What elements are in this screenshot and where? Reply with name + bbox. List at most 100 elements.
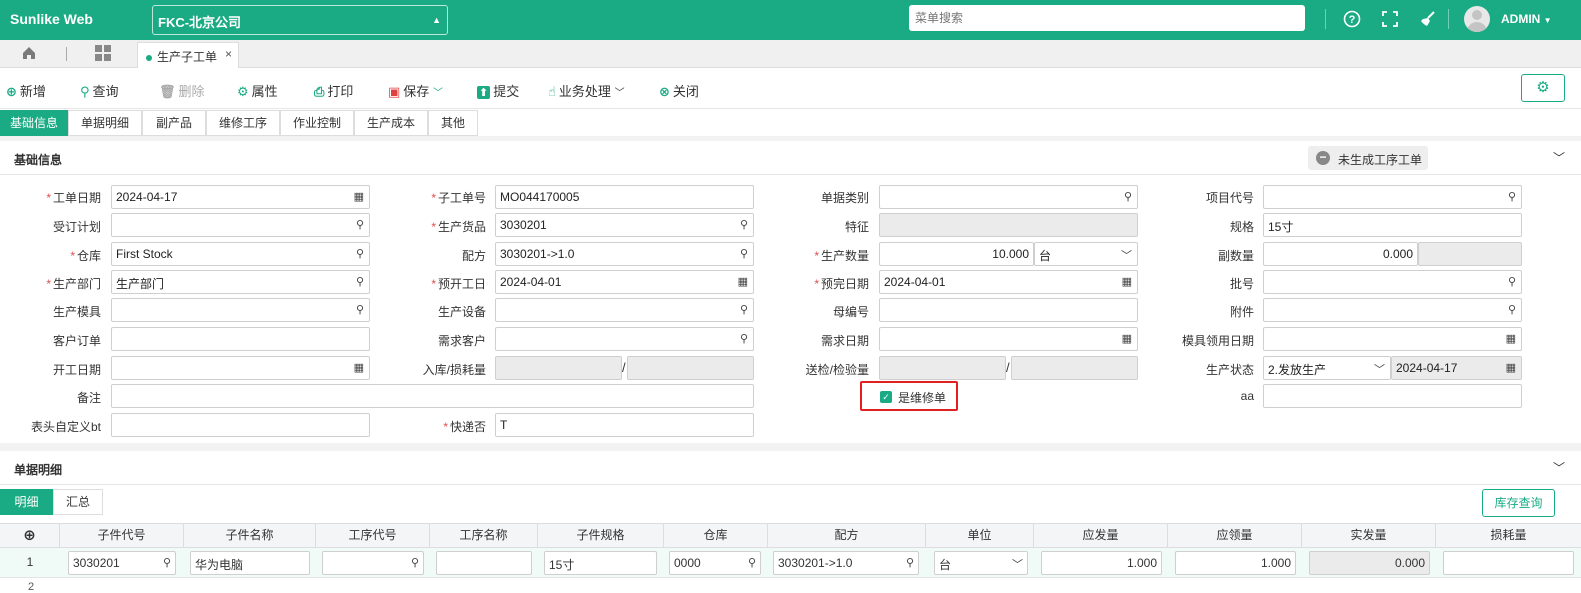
tab-repair-process[interactable]: 维修工序 [206, 110, 280, 136]
column-header[interactable]: 实发量 [1302, 524, 1436, 548]
menu-search-input[interactable] [909, 5, 1305, 31]
warehouse-cell[interactable]: 0000 ⚲ [669, 551, 761, 575]
dept-field[interactable]: 生产部门 ⚲ [111, 270, 370, 294]
proc-name-cell[interactable] [436, 551, 532, 575]
demand-cust-field[interactable]: ⚲ [495, 327, 754, 351]
plan-start-field[interactable]: 2024-04-01 ▦ [495, 270, 754, 294]
aa-field[interactable] [1263, 384, 1522, 408]
grid-icon[interactable] [95, 45, 111, 61]
part-spec-cell[interactable]: 15寸 [544, 551, 657, 575]
order-plan-field[interactable]: ⚲ [111, 213, 370, 237]
home-icon[interactable] [20, 45, 38, 63]
warehouse-field[interactable]: First Stock ⚲ [111, 242, 370, 266]
chevron-down-icon[interactable]: ﹀ [1553, 149, 1565, 166]
column-header[interactable]: 工序名称 [430, 524, 538, 548]
unit-select[interactable]: 台 ﹀ [1034, 242, 1138, 266]
spec-field[interactable]: 15寸 [1263, 213, 1522, 237]
caret-up-icon: ▲ [432, 15, 441, 25]
search-icon: ⚲ [739, 248, 748, 260]
should-take-cell[interactable]: 1.000 [1175, 551, 1296, 575]
tab-doc-detail[interactable]: 单据明细 [68, 110, 142, 136]
qty-label: * 生产数量 [814, 249, 869, 263]
column-header[interactable]: 损耗量 [1436, 524, 1581, 548]
column-header[interactable]: 应发量 [1034, 524, 1168, 548]
detail-header[interactable]: 单据明细 ﹀ [0, 451, 1581, 485]
column-header[interactable]: 配方 [768, 524, 926, 548]
column-header[interactable]: 仓库 [664, 524, 768, 548]
part-name-cell[interactable]: 华为电脑 [190, 551, 310, 575]
avatar[interactable] [1464, 6, 1490, 32]
delete-button[interactable]: 🗑︎ 删除 [159, 81, 205, 100]
recipe-cell[interactable]: 3030201->1.0 ⚲ [773, 551, 919, 575]
start-date-field[interactable]: ▦ [111, 356, 370, 380]
table-row[interactable]: 1 3030201 ⚲ 华为电脑 ⚲ 15寸 0000 ⚲ 3030201->1.0… [0, 548, 1581, 578]
user-menu[interactable]: ADMIN ▼ [1501, 12, 1552, 26]
mold-field[interactable]: ⚲ [111, 298, 370, 322]
equipment-field[interactable]: ⚲ [495, 298, 754, 322]
app-brand[interactable]: Sunlike Web [10, 11, 93, 27]
tab-summary[interactable]: 汇总 [53, 489, 103, 515]
checkbox-checked-icon[interactable]: ✓ [880, 391, 892, 403]
tab-by-product[interactable]: 副产品 [142, 110, 206, 136]
should-issue-cell[interactable]: 1.000 [1041, 551, 1162, 575]
close-button[interactable]: ⊗ 关闭 [659, 81, 699, 100]
doc-type-field[interactable]: ⚲ [879, 185, 1138, 209]
demand-date-field[interactable]: ▦ [879, 327, 1138, 351]
column-header[interactable]: 子件规格 [538, 524, 664, 548]
sub-qty-field[interactable]: 0.000 [1263, 242, 1418, 266]
mold-use-date-field[interactable]: ▦ [1263, 327, 1522, 351]
add-row-icon[interactable]: ⊕ [0, 524, 60, 548]
unit-cell[interactable]: 台 ﹀ [934, 551, 1028, 575]
submit-button[interactable]: ⬆ 提交 [477, 81, 519, 100]
batch-field[interactable]: ⚲ [1263, 270, 1522, 294]
plan-end-field[interactable]: 2024-04-01 ▦ [879, 270, 1138, 294]
print-button[interactable]: ⎙ 打印 [314, 81, 353, 100]
product-field[interactable]: 3030201 ⚲ [495, 213, 754, 237]
parent-no-field[interactable] [879, 298, 1138, 322]
remark-field[interactable] [111, 384, 754, 408]
tab-detail[interactable]: 明细 [0, 489, 53, 515]
company-selector[interactable]: FKC-北京公司 ▲ [152, 5, 448, 35]
column-header[interactable]: 单位 [926, 524, 1034, 548]
sub-no-field[interactable]: MO044170005 [495, 185, 754, 209]
work-date-field[interactable]: 2024-04-17 ▦ [111, 185, 370, 209]
new-button[interactable]: ⊕ 新增 [6, 81, 46, 100]
properties-button[interactable]: ⚙ 属性 [237, 81, 278, 100]
trash-icon: 🗑︎ [159, 84, 176, 99]
query-button[interactable]: ⚲ 查询 [80, 81, 119, 100]
column-header[interactable]: 子件代号 [60, 524, 184, 548]
fullscreen-icon[interactable] [1379, 8, 1401, 30]
row-number: 1 [26, 555, 34, 569]
tab-basic-info[interactable]: 基础信息 [0, 110, 68, 136]
help-icon[interactable]: ? [1341, 8, 1363, 30]
tab-production-cost[interactable]: 生产成本 [354, 110, 428, 136]
tab-job-control[interactable]: 作业控制 [280, 110, 354, 136]
business-button[interactable]: ☝ 业务处理 ﹀ [548, 81, 625, 100]
part-code-cell[interactable]: 3030201 ⚲ [68, 551, 176, 575]
repair-order-checkbox-group[interactable]: ✓ 是维修单 [860, 381, 958, 411]
settings-button[interactable]: ⚙ [1521, 74, 1565, 102]
cust-order-field[interactable] [111, 327, 370, 351]
save-button[interactable]: ▣ 保存 ﹀ [388, 81, 443, 100]
clean-broom-icon[interactable] [1417, 8, 1439, 30]
basic-info-header[interactable]: 基础信息 − 未生成工序工单 ﹀ [0, 141, 1581, 175]
tab-production-sub-order[interactable]: 生产子工单 × [137, 42, 239, 68]
recipe-field[interactable]: 3030201->1.0 ⚲ [495, 242, 754, 266]
project-field[interactable]: ⚲ [1263, 185, 1522, 209]
attach-field[interactable]: ⚲ [1263, 298, 1522, 322]
slash-separator: / [622, 360, 626, 375]
status-date-field: 2024-04-17 ▦ [1391, 356, 1522, 380]
proc-code-cell[interactable]: ⚲ [322, 551, 424, 575]
status-select[interactable]: 2.发放生产 ﹀ [1263, 356, 1391, 380]
column-header[interactable]: 工序代号 [316, 524, 430, 548]
express-field[interactable]: T [495, 413, 754, 437]
chevron-down-icon[interactable]: ﹀ [1553, 459, 1565, 476]
loss-cell[interactable] [1443, 551, 1574, 575]
tab-other[interactable]: 其他 [428, 110, 478, 136]
close-tab-icon[interactable]: × [225, 47, 232, 61]
qty-field[interactable]: 10.000 [879, 242, 1034, 266]
header-custom-field[interactable] [111, 413, 370, 437]
column-header[interactable]: 应领量 [1168, 524, 1302, 548]
stock-query-button[interactable]: 库存查询 [1482, 489, 1555, 517]
column-header[interactable]: 子件名称 [184, 524, 316, 548]
